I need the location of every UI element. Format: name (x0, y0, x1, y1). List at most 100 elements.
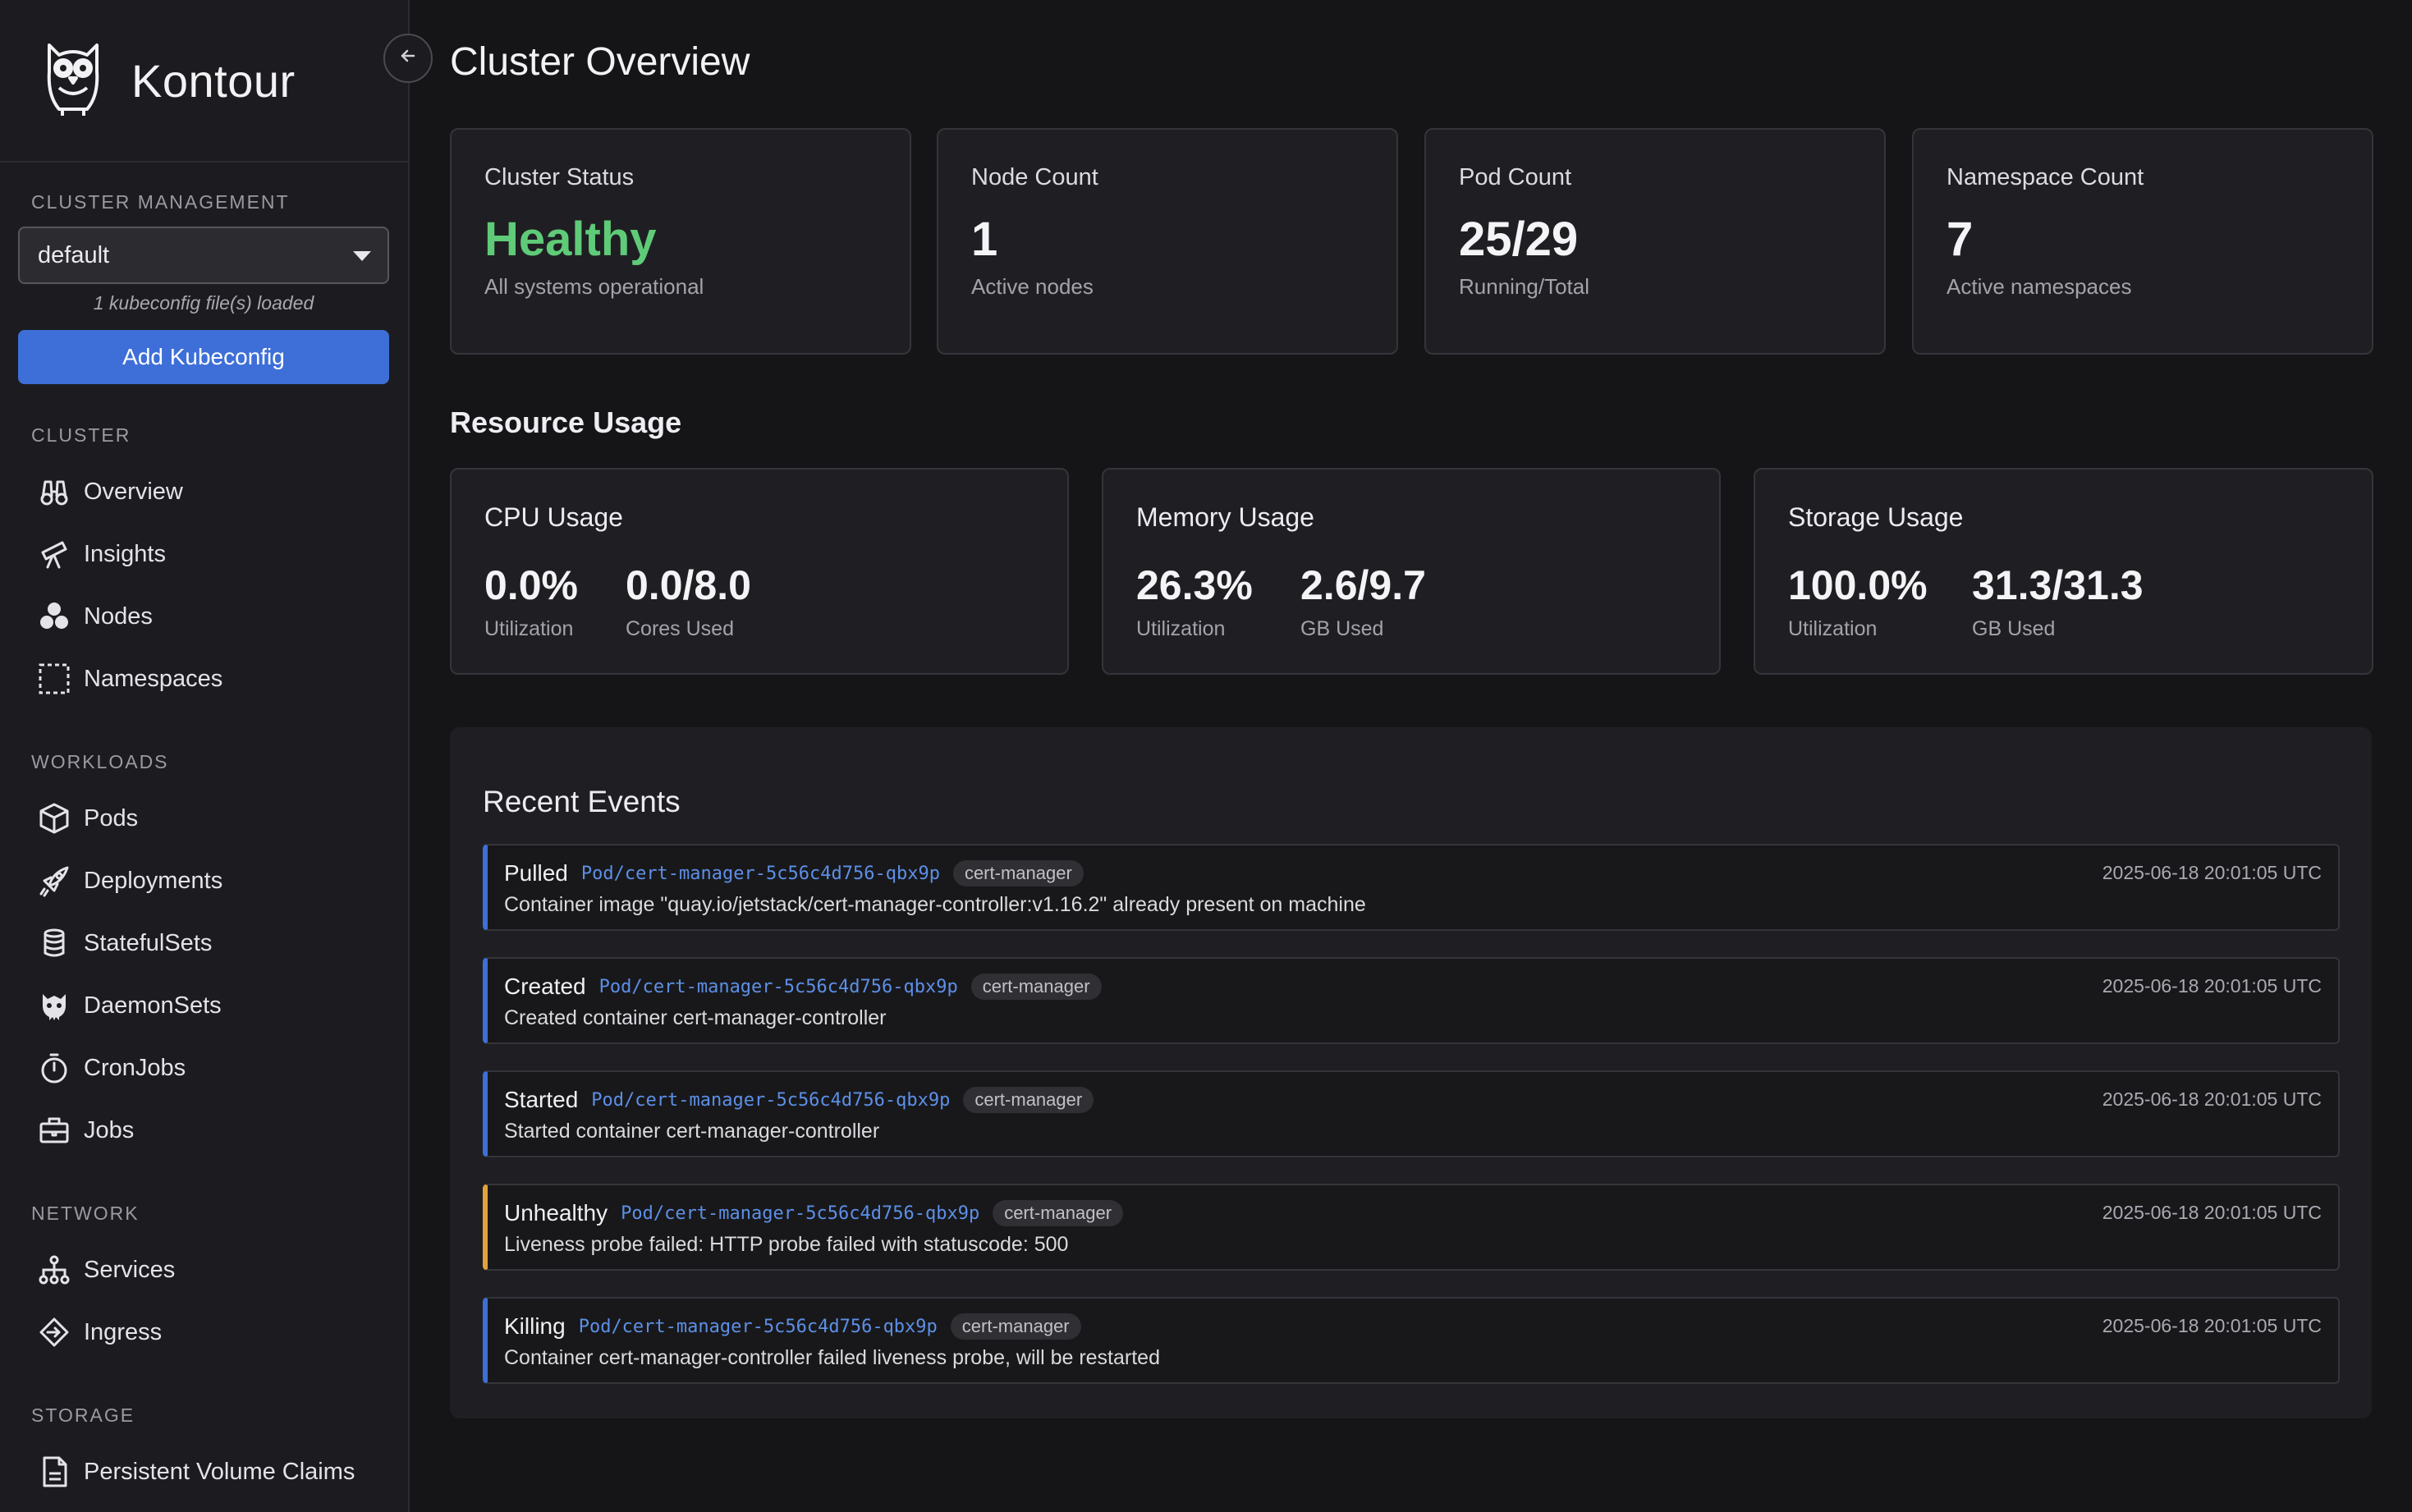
event-object-link[interactable]: Pod/cert-manager-5c56c4d756-qbx9p (579, 1317, 938, 1337)
context-select[interactable]: default (18, 227, 389, 284)
stat-card-pod-count: Pod Count 25/29 Running/Total (1424, 128, 1886, 355)
stat-value: 1 (971, 213, 998, 266)
resource-title: Storage Usage (1788, 502, 1964, 532)
event-header: Started Pod/cert-manager-5c56c4d756-qbx9… (504, 1087, 1094, 1113)
sidebar-item-deployments[interactable]: Deployments (36, 860, 222, 901)
sidebar-item-ingress[interactable]: Ingress (36, 1312, 162, 1353)
namespace-badge: cert-manager (963, 1087, 1094, 1113)
event-message: Created container cert-manager-controlle… (504, 1006, 887, 1029)
stat-label: Cluster Status (484, 164, 635, 190)
stat-label: Node Count (971, 164, 1098, 190)
stat-label: Namespace Count (1947, 164, 2144, 190)
sidebar-item-nodes[interactable]: Nodes (36, 596, 153, 637)
sidebar-item-overview[interactable]: Overview (36, 471, 183, 512)
used-value: 31.3/31.3 (1972, 562, 2144, 608)
add-kubeconfig-button[interactable]: Add Kubeconfig (18, 330, 389, 384)
sidebar-item-label: Jobs (84, 1116, 135, 1143)
telescope-icon (36, 536, 72, 572)
owl-logo-icon (41, 39, 105, 123)
utilization-label: Utilization (484, 617, 574, 640)
stat-sub: Active nodes (971, 274, 1094, 299)
sidebar-item-label: Pods (84, 804, 139, 832)
stat-value: Healthy (484, 213, 657, 266)
sidebar: Kontour CLUSTER MANAGEMENT default 1 kub… (0, 0, 410, 1512)
utilization-label: Utilization (1136, 617, 1226, 640)
ingress-icon (36, 1314, 72, 1350)
stat-card-namespace-count: Namespace Count 7 Active namespaces (1912, 128, 2373, 355)
section-label-workloads: WORKLOADS (31, 751, 169, 772)
utilization-value: 26.3% (1136, 562, 1253, 608)
kubeconfig-note: 1 kubeconfig file(s) loaded (93, 292, 314, 314)
resource-card-cpu: CPU Usage 0.0% Utilization 0.0/8.0 Cores… (450, 468, 1069, 675)
event-message: Started container cert-manager-controlle… (504, 1120, 880, 1143)
sidebar-item-cronjobs[interactable]: CronJobs (36, 1047, 186, 1088)
sidebar-item-daemonsets[interactable]: DaemonSets (36, 985, 222, 1026)
event-header: Unhealthy Pod/cert-manager-5c56c4d756-qb… (504, 1200, 1124, 1226)
sidebar-item-namespaces[interactable]: Namespaces (36, 658, 222, 699)
section-label-storage: STORAGE (31, 1404, 135, 1426)
event-header: Killing Pod/cert-manager-5c56c4d756-qbx9… (504, 1313, 1081, 1340)
sidebar-item-label: Namespaces (84, 665, 223, 692)
sidebar-item-statefulsets[interactable]: StatefulSets (36, 923, 212, 964)
namespace-badge: cert-manager (950, 1313, 1081, 1340)
sidebar-item-label: Services (84, 1256, 176, 1283)
nodes-icon (36, 598, 72, 635)
event-object-link[interactable]: Pod/cert-manager-5c56c4d756-qbx9p (591, 1090, 950, 1111)
app-root: Kontour CLUSTER MANAGEMENT default 1 kub… (0, 0, 2412, 1512)
briefcase-icon (36, 1112, 72, 1148)
sidebar-item-services[interactable]: Services (36, 1249, 175, 1290)
context-select-value: default (38, 241, 110, 268)
event-object-link[interactable]: Pod/cert-manager-5c56c4d756-qbx9p (621, 1203, 979, 1224)
section-label-network: NETWORK (31, 1203, 140, 1224)
file-icon (36, 1454, 72, 1490)
arrow-left-icon (398, 46, 418, 71)
namespace-badge: cert-manager (952, 860, 1084, 887)
database-icon (36, 925, 72, 961)
event-reason: Pulled (504, 860, 568, 886)
namespace-badge: cert-manager (970, 974, 1102, 1000)
event-row-warning[interactable]: Unhealthy Pod/cert-manager-5c56c4d756-qb… (483, 1184, 2340, 1271)
sidebar-item-pods[interactable]: Pods (36, 798, 138, 839)
sidebar-item-label: Nodes (84, 603, 153, 630)
sidebar-item-label: StatefulSets (84, 929, 213, 956)
app-name: Kontour (131, 54, 296, 107)
event-timestamp: 2025-06-18 20:01:05 UTC (2102, 1202, 2322, 1223)
event-reason: Started (504, 1087, 579, 1112)
sidebar-item-label: Ingress (84, 1318, 163, 1345)
page-title: Cluster Overview (450, 40, 750, 84)
event-row[interactable]: Created Pod/cert-manager-5c56c4d756-qbx9… (483, 957, 2340, 1044)
resource-title: Memory Usage (1136, 502, 1314, 532)
brand: Kontour (0, 0, 408, 163)
event-object-link[interactable]: Pod/cert-manager-5c56c4d756-qbx9p (599, 977, 958, 997)
stat-value: 25/29 (1459, 213, 1579, 266)
event-row[interactable]: Started Pod/cert-manager-5c56c4d756-qbx9… (483, 1070, 2340, 1157)
event-row[interactable]: Killing Pod/cert-manager-5c56c4d756-qbx9… (483, 1297, 2340, 1384)
used-label: GB Used (1972, 617, 2056, 640)
sidebar-item-label: Persistent Volume Claims (84, 1458, 355, 1485)
event-timestamp: 2025-06-18 20:01:05 UTC (2102, 862, 2322, 883)
sidebar-item-label: Overview (84, 478, 183, 505)
event-reason: Unhealthy (504, 1200, 608, 1226)
stat-card-cluster-status: Cluster Status Healthy All systems opera… (450, 128, 911, 355)
stat-sub: All systems operational (484, 274, 704, 299)
binoculars-icon (36, 474, 72, 510)
collapse-sidebar-button[interactable] (383, 34, 433, 83)
event-header: Pulled Pod/cert-manager-5c56c4d756-qbx9p… (504, 860, 1084, 887)
sidebar-item-pvc[interactable]: Persistent Volume Claims (36, 1451, 355, 1492)
event-object-link[interactable]: Pod/cert-manager-5c56c4d756-qbx9p (581, 864, 940, 884)
event-reason: Killing (504, 1313, 566, 1339)
used-label: Cores Used (626, 617, 734, 640)
stopwatch-icon (36, 1050, 72, 1086)
section-label-cluster: CLUSTER (31, 424, 131, 446)
sidebar-item-insights[interactable]: Insights (36, 534, 166, 575)
sidebar-item-label: Deployments (84, 867, 223, 894)
utilization-label: Utilization (1788, 617, 1878, 640)
event-message: Liveness probe failed: HTTP probe failed… (504, 1233, 1069, 1256)
event-row[interactable]: Pulled Pod/cert-manager-5c56c4d756-qbx9p… (483, 844, 2340, 931)
sidebar-item-jobs[interactable]: Jobs (36, 1110, 134, 1151)
section-label-cluster-management: CLUSTER MANAGEMENT (31, 191, 290, 213)
stat-label: Pod Count (1459, 164, 1572, 190)
dashed-square-icon (36, 661, 72, 697)
namespace-badge: cert-manager (993, 1200, 1124, 1226)
cube-icon (36, 800, 72, 836)
